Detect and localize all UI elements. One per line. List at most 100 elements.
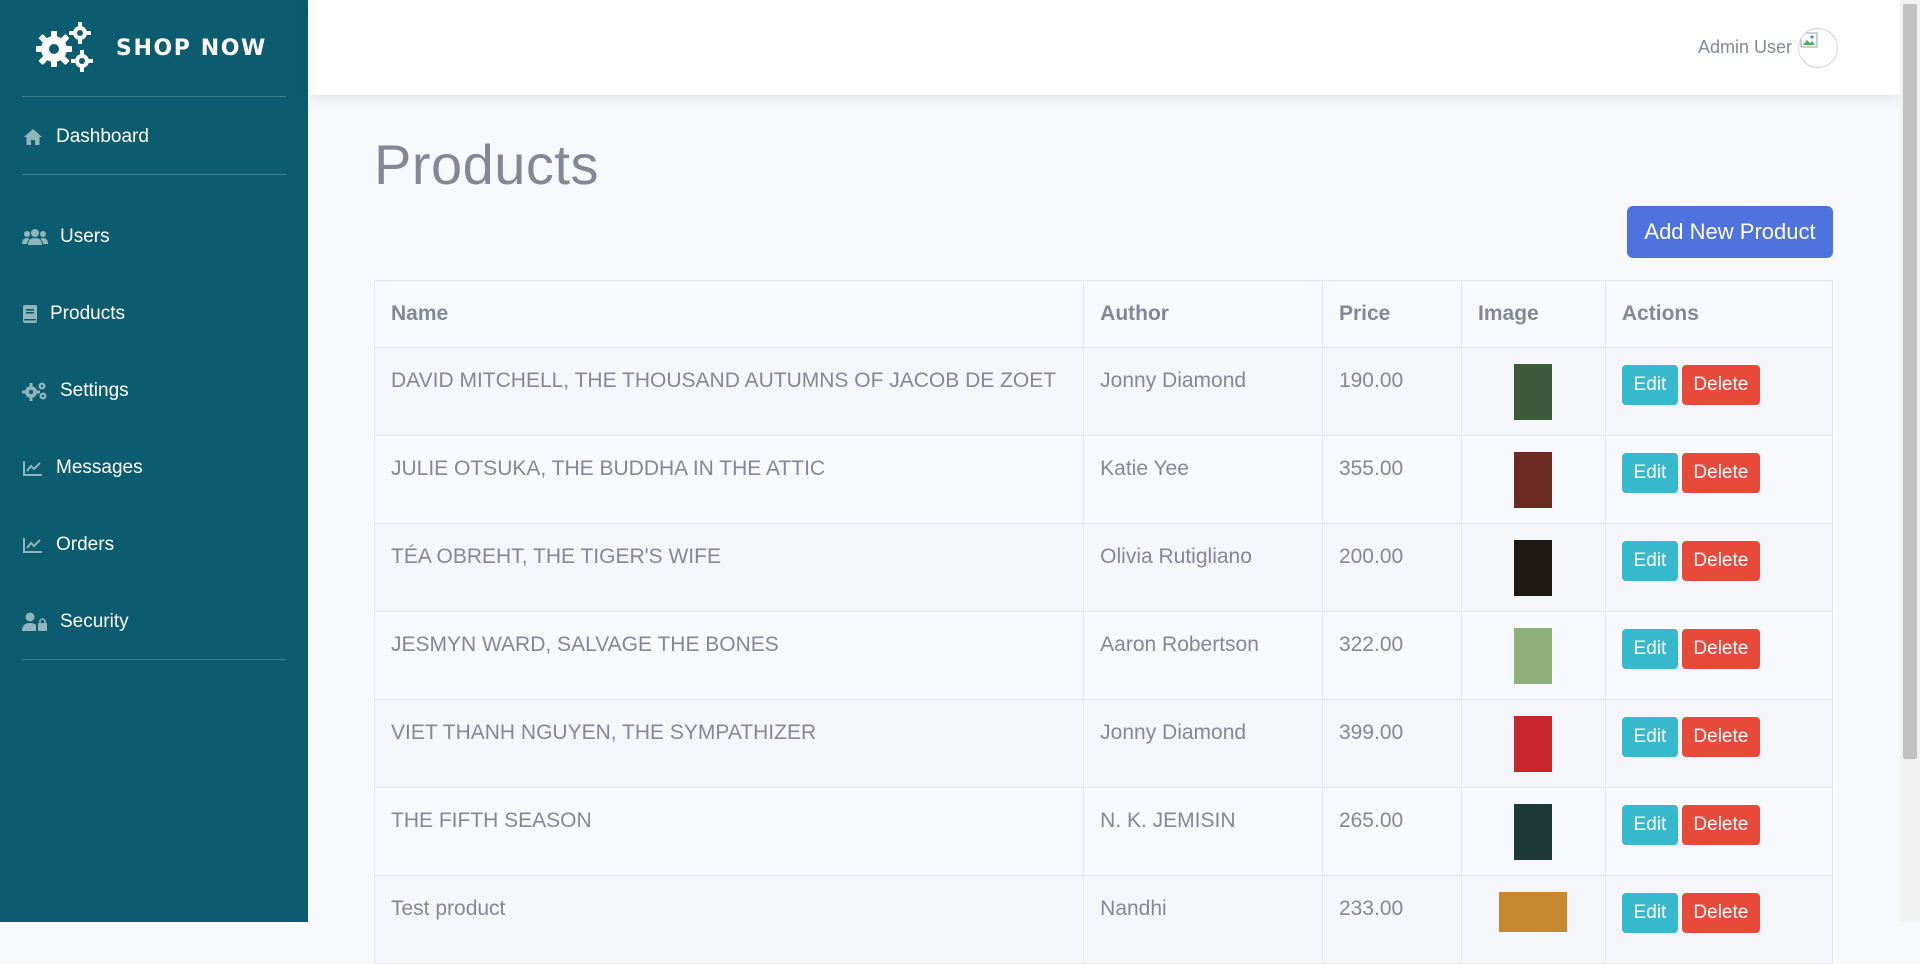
table-row: JESMYN WARD, SALVAGE THE BONES Aaron Rob… [373, 611, 1834, 700]
product-thumbnail [1514, 804, 1553, 860]
sidebar-item-orders[interactable]: Orders [22, 527, 114, 563]
sidebar-item-users[interactable]: Users [22, 219, 110, 255]
delete-button[interactable]: Delete [1681, 893, 1760, 933]
sidebar-item-label: Products [50, 303, 125, 324]
book-icon [22, 303, 38, 325]
products-table: Name Author Price Image Actions DAVID MI… [373, 280, 1834, 964]
cogs-logo-icon [32, 19, 96, 78]
column-header-price[interactable]: Price [1321, 280, 1463, 348]
product-price: 265.00 [1321, 787, 1463, 876]
sidebar-item-products[interactable]: Products [22, 296, 125, 332]
product-price: 190.00 [1321, 347, 1463, 436]
delete-button[interactable]: Delete [1681, 629, 1760, 669]
product-name: JESMYN WARD, SALVAGE THE BONES [373, 611, 1085, 700]
sidebar-item-label: Messages [56, 457, 143, 478]
edit-button[interactable]: Edit [1621, 805, 1678, 845]
product-name: JULIE OTSUKA, THE BUDDHA IN THE ATTIC [373, 435, 1085, 524]
sidebar-item-settings[interactable]: Settings [22, 373, 129, 409]
topbar: Admin User [308, 0, 1900, 95]
sidebar-item-label: Settings [60, 380, 129, 401]
column-header-name[interactable]: Name [373, 280, 1085, 348]
product-thumbnail [1514, 452, 1553, 508]
column-header-image: Image [1461, 280, 1606, 348]
product-image-cell [1461, 347, 1606, 436]
users-icon [22, 226, 48, 248]
column-header-author[interactable]: Author [1083, 280, 1323, 348]
product-thumbnail [1514, 364, 1553, 420]
product-author: Olivia Rutigliano [1083, 523, 1323, 612]
edit-button[interactable]: Edit [1621, 717, 1678, 757]
product-thumbnail [1514, 716, 1553, 772]
sidebar-divider [22, 96, 286, 97]
avatar[interactable] [1798, 28, 1838, 68]
sidebar: SHOP NOW Dashboard Users Products Settin… [0, 0, 308, 922]
product-image-cell [1461, 435, 1606, 524]
sidebar-item-label: Orders [56, 534, 115, 555]
edit-button[interactable]: Edit [1621, 629, 1678, 669]
sidebar-item-label: Security [60, 611, 129, 632]
product-name: TÉA OBREHT, THE TIGER'S WIFE [373, 523, 1085, 612]
product-author: Katie Yee [1083, 435, 1323, 524]
product-price: 399.00 [1321, 699, 1463, 788]
product-name: DAVID MITCHELL, THE THOUSAND AUTUMNS OF … [373, 347, 1085, 436]
delete-button[interactable]: Delete [1681, 805, 1760, 845]
product-price: 322.00 [1321, 611, 1463, 700]
product-price: 355.00 [1321, 435, 1463, 524]
product-author: N. K. JEMISIN [1083, 787, 1323, 876]
product-image-cell [1461, 523, 1606, 612]
product-thumbnail [1514, 628, 1553, 684]
edit-button[interactable]: Edit [1621, 365, 1678, 405]
actions-cell: Edit Delete [1604, 347, 1834, 436]
table-row: DAVID MITCHELL, THE THOUSAND AUTUMNS OF … [373, 347, 1834, 436]
page-title: Products [374, 133, 599, 196]
add-new-product-button[interactable]: Add New Product [1627, 206, 1833, 258]
actions-cell: Edit Delete [1604, 699, 1834, 788]
broken-image-icon [1800, 32, 1818, 48]
actions-cell: Edit Delete [1604, 435, 1834, 524]
sidebar-item-dashboard[interactable]: Dashboard [22, 119, 149, 155]
edit-button[interactable]: Edit [1621, 541, 1678, 581]
table-row: VIET THANH NGUYEN, THE SYMPATHIZER Jonny… [373, 699, 1834, 788]
scrollbar[interactable] [1900, 0, 1920, 922]
actions-cell: Edit Delete [1604, 787, 1834, 876]
product-author: Jonny Diamond [1083, 699, 1323, 788]
cogs-icon [22, 380, 48, 402]
table-row: THE FIFTH SEASON N. K. JEMISIN 265.00 Ed… [373, 787, 1834, 876]
chart-line-icon [22, 457, 44, 479]
product-price: 200.00 [1321, 523, 1463, 612]
scrollbar-thumb[interactable] [1903, 4, 1917, 759]
actions-cell: Edit Delete [1604, 523, 1834, 612]
product-name: VIET THANH NGUYEN, THE SYMPATHIZER [373, 699, 1085, 788]
product-name: THE FIFTH SEASON [373, 787, 1085, 876]
sidebar-divider [22, 174, 286, 175]
delete-button[interactable]: Delete [1681, 717, 1760, 757]
actions-cell: Edit Delete [1604, 875, 1834, 964]
product-price: 233.00 [1321, 875, 1463, 964]
column-header-actions: Actions [1604, 280, 1834, 348]
product-author: Aaron Robertson [1083, 611, 1323, 700]
brand[interactable]: SHOP NOW [32, 16, 267, 80]
product-image-cell [1461, 787, 1606, 876]
product-image-cell [1461, 611, 1606, 700]
product-image-cell [1461, 699, 1606, 788]
product-thumbnail [1499, 892, 1568, 932]
table-row: Test product Nandhi 233.00 Edit Delete [373, 875, 1834, 964]
home-icon [22, 126, 44, 148]
user-name[interactable]: Admin User [1698, 37, 1792, 58]
sidebar-item-messages[interactable]: Messages [22, 450, 143, 486]
table-header-row: Name Author Price Image Actions [373, 280, 1834, 348]
product-thumbnail [1514, 540, 1553, 596]
edit-button[interactable]: Edit [1621, 893, 1678, 933]
sidebar-item-security[interactable]: Security [22, 604, 129, 640]
product-name: Test product [373, 875, 1085, 964]
user-lock-icon [22, 611, 48, 633]
product-image-cell [1461, 875, 1606, 964]
sidebar-divider [22, 659, 286, 660]
delete-button[interactable]: Delete [1681, 453, 1760, 493]
product-author: Nandhi [1083, 875, 1323, 964]
delete-button[interactable]: Delete [1681, 365, 1760, 405]
delete-button[interactable]: Delete [1681, 541, 1760, 581]
sidebar-item-label: Users [60, 226, 110, 247]
table-row: JULIE OTSUKA, THE BUDDHA IN THE ATTIC Ka… [373, 435, 1834, 524]
edit-button[interactable]: Edit [1621, 453, 1678, 493]
